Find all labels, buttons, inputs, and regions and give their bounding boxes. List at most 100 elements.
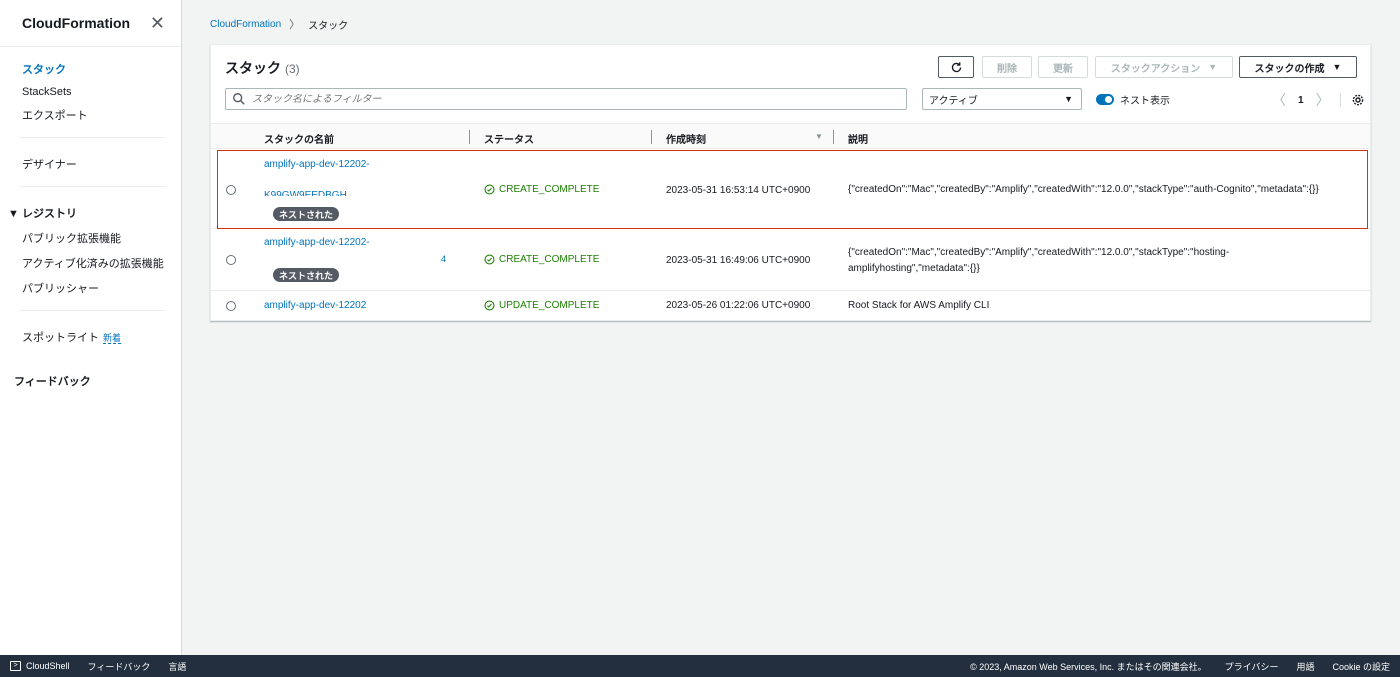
stack-count: (3): [285, 62, 300, 76]
table-header: スタックの名前 ステータス 作成時刻 ▼ 説明: [211, 123, 1370, 149]
description-text: {"createdOn":"Mac","createdBy":"Amplify"…: [848, 184, 1319, 195]
created-time: 2023-05-31 16:49:06 UTC+0900: [666, 255, 811, 266]
column-header-description[interactable]: 説明: [848, 131, 868, 146]
row-radio[interactable]: [226, 255, 236, 265]
footer-feedback-link[interactable]: フィードバック: [88, 660, 151, 673]
refresh-icon: [951, 61, 961, 72]
caret-down-icon: ▼: [1332, 62, 1342, 72]
table-row[interactable]: amplify-app-dev-12202- K99GW9EEDBGH ネストさ…: [211, 150, 1370, 229]
status-filter-select[interactable]: アクティブ ▼: [922, 88, 1082, 110]
column-header-name[interactable]: スタックの名前: [264, 131, 334, 146]
breadcrumb-root[interactable]: CloudFormation: [210, 19, 281, 30]
search-input[interactable]: [252, 93, 892, 105]
sidebar-header: CloudFormation ✕: [0, 0, 181, 47]
sidebar-item-public-extensions[interactable]: パブリック拡張機能: [22, 230, 181, 246]
cookie-settings-link[interactable]: Cookie の設定: [1332, 660, 1390, 673]
row-radio[interactable]: [226, 185, 236, 195]
stacks-panel: スタック (3) 削除 更新 スタックアクション ▼ スタックの作成 ▼ アクティブ …: [210, 44, 1371, 321]
caret-down-icon: ▼: [1208, 62, 1218, 72]
cloudshell-button[interactable]: > CloudShell: [10, 661, 70, 672]
footer-language-link[interactable]: 言語: [168, 660, 186, 673]
page-title: スタック (3): [225, 58, 300, 78]
check-circle-icon: [484, 300, 495, 311]
chevron-left-icon[interactable]: 〈: [1272, 90, 1286, 110]
created-time: 2023-05-26 01:22:06 UTC+0900: [666, 300, 811, 311]
nested-view-label: ネスト表示: [1120, 96, 1170, 107]
chevron-right-icon: 〉: [289, 19, 301, 31]
description-text: Root Stack for AWS Amplify CLI: [848, 300, 990, 311]
terms-link[interactable]: 用語: [1296, 660, 1314, 673]
column-divider: [469, 130, 470, 144]
pagination: 〈 1 〉: [1272, 90, 1365, 110]
stack-name-link-clipped[interactable]: K99GW9EEDBGH: [264, 190, 347, 196]
create-stack-button[interactable]: スタックの作成 ▼: [1239, 56, 1357, 78]
breadcrumb: CloudFormation 〉 スタック: [210, 16, 348, 32]
breadcrumb-current: スタック: [308, 20, 349, 32]
chevron-right-icon[interactable]: 〉: [1316, 90, 1330, 110]
sidebar-registry-items: パブリック拡張機能 アクティブ化済みの拡張機能 パブリッシャー: [0, 230, 181, 296]
check-circle-icon: [484, 184, 495, 195]
stack-name-link[interactable]: amplify-app-dev-12202: [264, 300, 366, 311]
row-radio[interactable]: [226, 301, 236, 311]
nested-badge: ネストされた: [273, 268, 340, 282]
footer-left: > CloudShell フィードバック 言語: [10, 660, 204, 673]
panel-title-text: スタック: [225, 60, 281, 76]
stack-name-link[interactable]: amplify-app-dev-12202-: [264, 159, 370, 170]
sort-descending-icon[interactable]: ▼: [815, 132, 823, 141]
status-text: CREATE_COMPLETE: [499, 184, 600, 195]
pager-divider: [1339, 93, 1341, 107]
column-divider: [651, 130, 652, 144]
privacy-link[interactable]: プライバシー: [1225, 660, 1279, 673]
copyright-text: © 2023, Amazon Web Services, Inc. またはその関…: [970, 661, 1207, 672]
new-badge: 新着: [103, 333, 122, 344]
sidebar-item-publishers[interactable]: パブリッシャー: [22, 280, 181, 296]
search-field[interactable]: [225, 88, 907, 110]
status-text: UPDATE_COMPLETE: [499, 300, 600, 311]
nested-view-toggle[interactable]: [1096, 94, 1114, 105]
delete-button[interactable]: 削除: [982, 56, 1032, 78]
column-header-created[interactable]: 作成時刻: [666, 131, 706, 146]
stack-name-link[interactable]: amplify-app-dev-12202-: [264, 237, 370, 248]
stack-name-fragment[interactable]: 4: [441, 254, 446, 264]
caret-down-icon: ▼: [1064, 94, 1073, 104]
check-circle-icon: [484, 254, 495, 265]
sidebar-divider: [20, 186, 166, 187]
sidebar-registry-heading[interactable]: ▼ レジストリ: [8, 205, 181, 221]
sidebar-item-exports[interactable]: エクスポート: [22, 107, 181, 123]
footer: > CloudShell フィードバック 言語 © 2023, Amazon We…: [0, 655, 1400, 677]
sidebar-title[interactable]: CloudFormation: [22, 15, 130, 31]
sidebar-nav: スタック StackSets エクスポート: [0, 47, 181, 123]
status-cell: UPDATE_COMPLETE: [484, 300, 599, 311]
sidebar-divider: [20, 310, 166, 311]
sidebar-item-spotlight[interactable]: スポットライト 新着: [22, 329, 181, 345]
main-content: CloudFormation 〉 スタック スタック (3) 削除 更新 スタック…: [182, 0, 1400, 655]
status-cell: CREATE_COMPLETE: [484, 254, 599, 265]
nested-badge: ネストされた: [273, 207, 340, 221]
sidebar-nav-spotlight: スポットライト 新着: [0, 325, 181, 345]
column-divider: [833, 130, 834, 144]
sidebar-feedback[interactable]: フィードバック: [14, 373, 181, 389]
close-icon[interactable]: ✕: [150, 14, 165, 32]
cloudshell-label: CloudShell: [26, 660, 70, 671]
update-button[interactable]: 更新: [1038, 56, 1088, 78]
sidebar-item-designer[interactable]: デザイナー: [22, 156, 181, 172]
table-row[interactable]: amplify-app-dev-12202- ネストされた 4 CREATE_C…: [211, 230, 1370, 291]
page-number[interactable]: 1: [1298, 95, 1304, 106]
footer-right: © 2023, Amazon Web Services, Inc. またはその関…: [952, 660, 1390, 673]
search-icon: [233, 93, 245, 105]
sidebar-nav-designer: デザイナー: [0, 152, 181, 172]
status-cell: CREATE_COMPLETE: [484, 184, 599, 195]
side-navigation: CloudFormation ✕ スタック StackSets エクスポート デ…: [0, 0, 182, 655]
column-header-status[interactable]: ステータス: [484, 131, 534, 146]
sidebar-item-stacksets[interactable]: StackSets: [22, 86, 181, 98]
gear-icon[interactable]: [1351, 93, 1365, 107]
refresh-button[interactable]: [938, 56, 974, 78]
stack-actions-button[interactable]: スタックアクション ▼: [1095, 56, 1233, 78]
terminal-icon: >: [10, 661, 21, 672]
table-row[interactable]: amplify-app-dev-12202 UPDATE_COMPLETE 20…: [211, 292, 1370, 321]
description-text: {"createdOn":"Mac","createdBy":"Amplify"…: [848, 247, 1230, 274]
sidebar-item-stacks[interactable]: スタック: [22, 61, 181, 77]
sidebar-item-activated-extensions[interactable]: アクティブ化済みの拡張機能: [22, 255, 181, 271]
nested-view-toggle-wrap: ネスト表示: [1096, 92, 1170, 107]
spotlight-label: スポットライト: [22, 332, 99, 344]
